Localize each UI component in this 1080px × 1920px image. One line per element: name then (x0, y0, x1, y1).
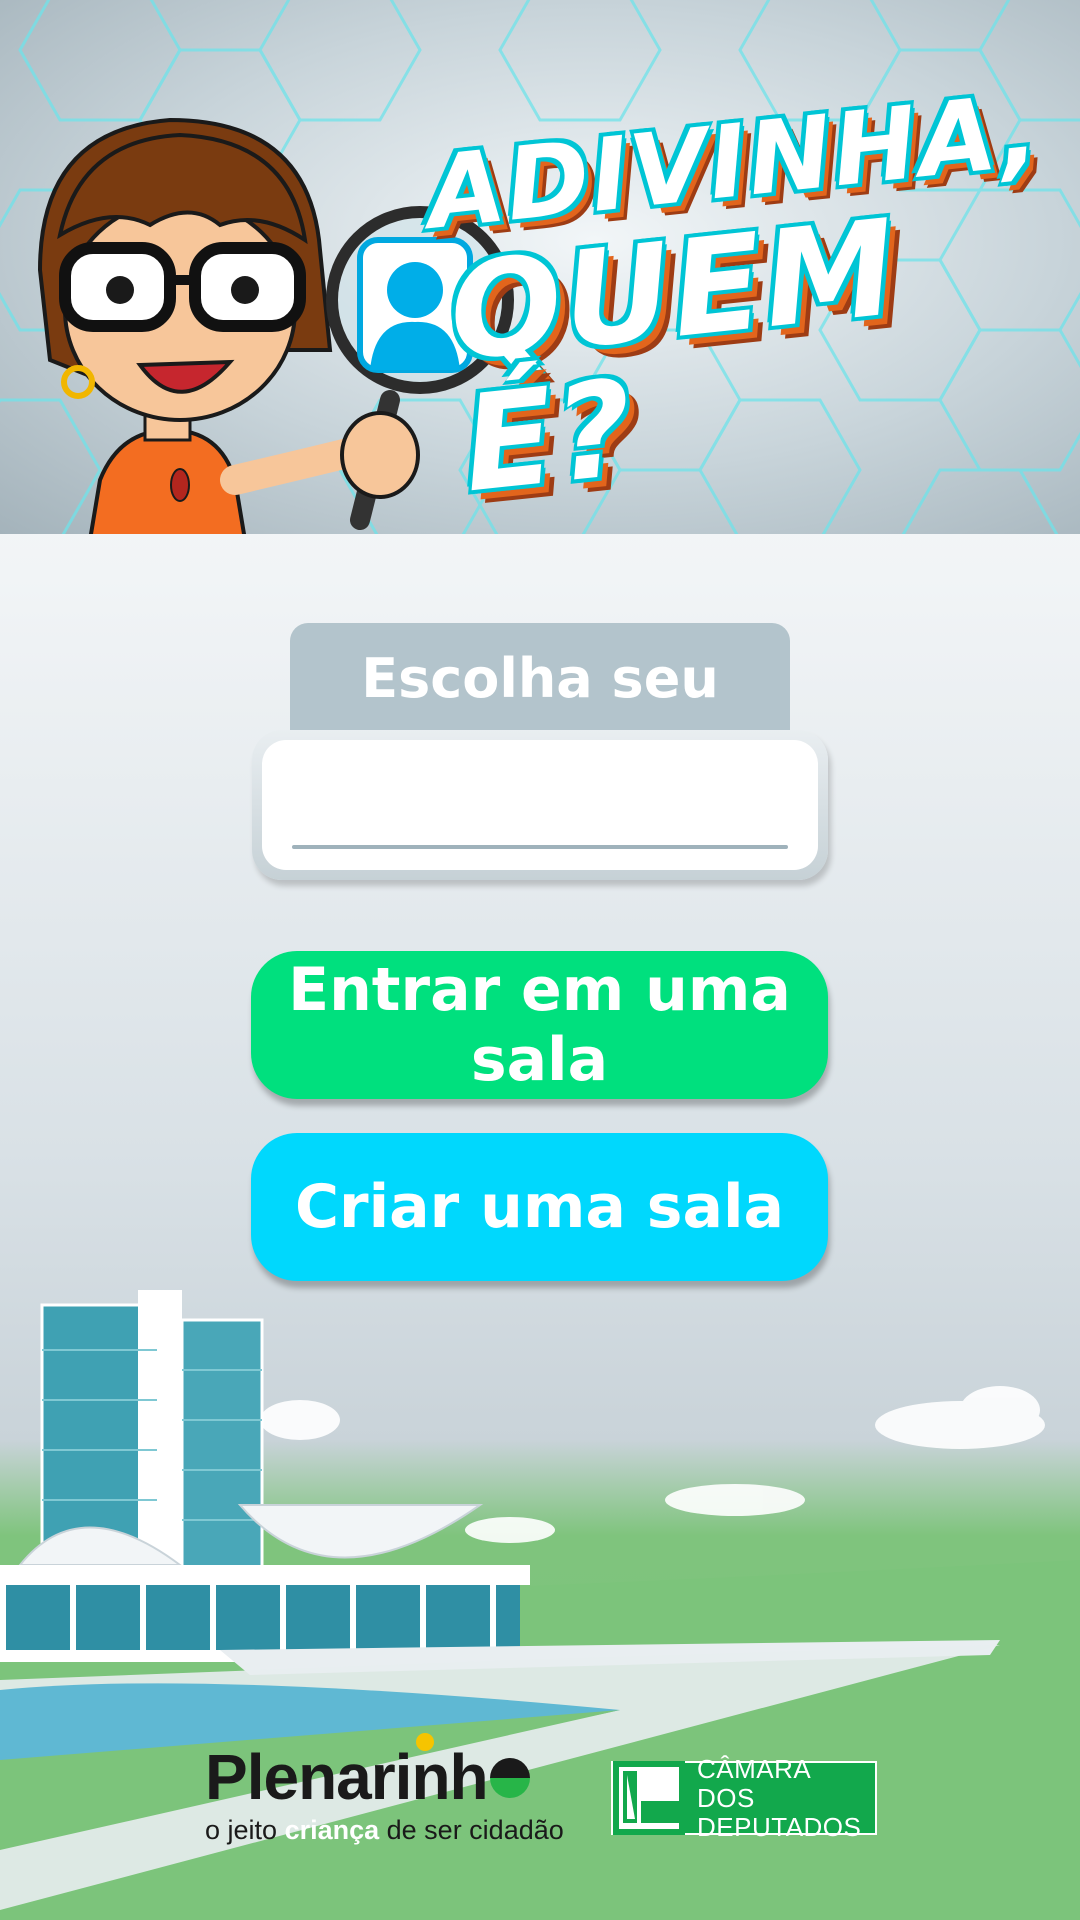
camara-emblem-icon (613, 1761, 685, 1835)
game-logo: ADIVINHA, QUEM É? (421, 71, 1080, 522)
name-field-label: Escolha seu nome (290, 623, 790, 822)
plenarinho-logo: Plenarinh o jeito criança de ser cidadão (205, 1733, 565, 1846)
header-banner: ADIVINHA, QUEM É? (0, 0, 1080, 534)
plenarinho-o-icon (489, 1758, 530, 1799)
name-input[interactable] (262, 740, 818, 870)
plenarinho-name: Plenarinh (205, 1741, 489, 1813)
create-room-button[interactable]: Criar uma sala (251, 1133, 828, 1281)
sun-icon (416, 1733, 434, 1751)
enter-room-button[interactable]: Entrar em uma sala (251, 951, 828, 1099)
plenarinho-tagline: o jeito criança de ser cidadão (205, 1815, 564, 1845)
name-input-underline (292, 845, 788, 849)
name-input-frame (252, 730, 828, 880)
camara-logo: CÂMARA DOS DEPUTADOS (611, 1754, 877, 1841)
camara-name: CÂMARA DOS DEPUTADOS (697, 1753, 862, 1842)
